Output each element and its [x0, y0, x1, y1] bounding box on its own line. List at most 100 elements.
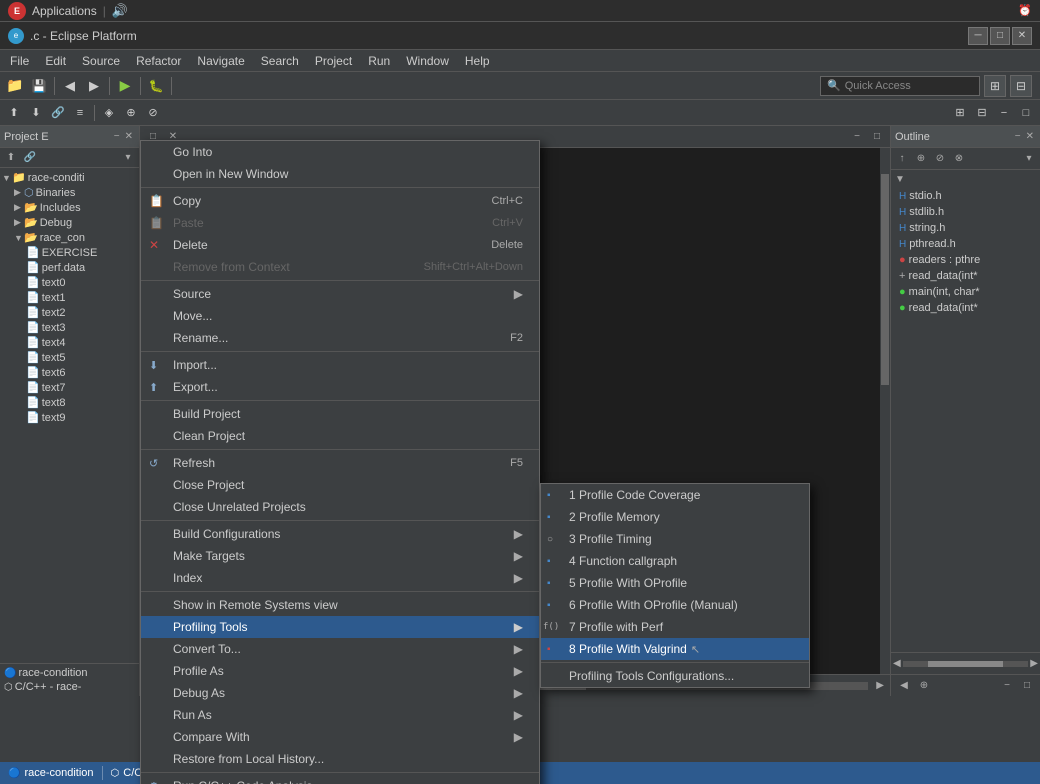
sub-item-valgrind[interactable]: ▪ 8 Profile With Valgrind ↖	[541, 638, 809, 660]
editor-pin[interactable]: −	[848, 128, 866, 146]
menu-source[interactable]: Source	[74, 52, 128, 70]
sub-item-profile-timing[interactable]: ○ 3 Profile Timing	[541, 528, 809, 550]
toolbar-btn-run[interactable]: ▶	[114, 75, 136, 97]
ctx-item-compare-with[interactable]: Compare With ▶	[141, 726, 539, 748]
toolbar2-right-btn2[interactable]: ⊟	[972, 103, 992, 123]
ctx-item-convert-to[interactable]: Convert To... ▶	[141, 638, 539, 660]
outline-item-pthread[interactable]: H pthread.h	[891, 236, 1040, 252]
toolbar2-btn7[interactable]: ⊘	[143, 103, 163, 123]
ctx-item-rename[interactable]: Rename... F2	[141, 327, 539, 349]
r-tool3[interactable]: −	[998, 677, 1016, 695]
toolbar2-right-btn4[interactable]: □	[1016, 103, 1036, 123]
tree-item-includes[interactable]: ▶ 📂 Includes	[0, 200, 139, 215]
sub-item-oprofile-manual[interactable]: ▪ 6 Profile With OProfile (Manual)	[541, 594, 809, 616]
tree-item-perfdata[interactable]: 📄 perf.data	[0, 260, 139, 275]
minimize-btn[interactable]: ─	[968, 27, 988, 45]
ctx-item-make-targets[interactable]: Make Targets ▶	[141, 545, 539, 567]
tree-item-text1[interactable]: 📄 text1	[0, 290, 139, 305]
toolbar2-btn6[interactable]: ⊕	[121, 103, 141, 123]
ctx-item-debug-as[interactable]: Debug As ▶	[141, 682, 539, 704]
toolbar2-right-btn3[interactable]: −	[994, 103, 1014, 123]
ctx-item-code-analysis[interactable]: ⚙ Run C/C++ Code Analysis	[141, 775, 539, 784]
outline-item-main[interactable]: ● main(int, char*	[891, 284, 1040, 300]
outline-close[interactable]: ✕	[1024, 130, 1036, 143]
toolbar-btn-new[interactable]: 📁	[4, 75, 26, 97]
ctx-item-export[interactable]: ⬆ Export...	[141, 376, 539, 398]
panel-close-icon[interactable]: ✕	[123, 130, 135, 143]
sub-item-config[interactable]: Profiling Tools Configurations...	[541, 665, 809, 687]
ctx-item-go-into[interactable]: Go Into	[141, 141, 539, 163]
panel-tool-menu[interactable]: ▾	[119, 149, 137, 167]
ctx-item-move[interactable]: Move...	[141, 305, 539, 327]
ctx-item-profile-as[interactable]: Profile As ▶	[141, 660, 539, 682]
toolbar-btn-back[interactable]: ◀	[59, 75, 81, 97]
toolbar2-btn2[interactable]: ⬇	[26, 103, 46, 123]
toolbar-btn-perspective[interactable]: ⊞	[984, 75, 1006, 97]
menu-file[interactable]: File	[2, 52, 37, 70]
toolbar-btn-save[interactable]: 💾	[28, 75, 50, 97]
outline-tool2[interactable]: ⊕	[912, 150, 930, 168]
editor-max[interactable]: □	[868, 128, 886, 146]
ctx-item-open-new-window[interactable]: Open in New Window	[141, 163, 539, 185]
tree-item-text2[interactable]: 📄 text2	[0, 305, 139, 320]
editor-bottom-right-btn[interactable]: ▶	[874, 678, 886, 693]
outline-item-stdlib[interactable]: H stdlib.h	[891, 204, 1040, 220]
toolbar-btn-persp2[interactable]: ⊟	[1010, 75, 1032, 97]
menu-help[interactable]: Help	[457, 52, 498, 70]
outline-scroll-right[interactable]: ▶	[1030, 658, 1038, 669]
maximize-btn[interactable]: □	[990, 27, 1010, 45]
tree-item-text9[interactable]: 📄 text9	[0, 410, 139, 425]
editor-scrollbar[interactable]	[880, 148, 890, 674]
tree-item-text3[interactable]: 📄 text3	[0, 320, 139, 335]
r-tool1[interactable]: ◀	[895, 677, 913, 695]
panel-collapse-icon[interactable]: −	[112, 130, 122, 143]
tree-item-text5[interactable]: 📄 text5	[0, 350, 139, 365]
toolbar-btn-debug[interactable]: 🐛	[145, 75, 167, 97]
tree-item-text8[interactable]: 📄 text8	[0, 395, 139, 410]
outline-collapse[interactable]: −	[1013, 130, 1023, 143]
menu-refactor[interactable]: Refactor	[128, 52, 189, 70]
menu-navigate[interactable]: Navigate	[189, 52, 252, 70]
outline-tool3[interactable]: ⊘	[931, 150, 949, 168]
menu-run[interactable]: Run	[360, 52, 398, 70]
tree-item-text4[interactable]: 📄 text4	[0, 335, 139, 350]
outline-tool4[interactable]: ⊗	[950, 150, 968, 168]
ctx-item-clean[interactable]: Clean Project	[141, 425, 539, 447]
outline-item-stdio[interactable]: H stdio.h	[891, 188, 1040, 204]
ctx-item-show-remote[interactable]: Show in Remote Systems view	[141, 594, 539, 616]
menu-window[interactable]: Window	[398, 52, 457, 70]
sub-item-profile-memory[interactable]: ▪ 2 Profile Memory	[541, 506, 809, 528]
sub-item-oprofile[interactable]: ▪ 5 Profile With OProfile	[541, 572, 809, 594]
close-btn[interactable]: ✕	[1012, 27, 1032, 45]
panel-tool-link[interactable]: 🔗	[21, 149, 39, 167]
toolbar2-right-btn1[interactable]: ⊞	[950, 103, 970, 123]
outline-menu[interactable]: ▾	[1020, 150, 1038, 168]
outline-item-string[interactable]: H string.h	[891, 220, 1040, 236]
outline-tool1[interactable]: ↑	[893, 150, 911, 168]
ctx-item-index[interactable]: Index ▶	[141, 567, 539, 589]
toolbar2-btn5[interactable]: ◈	[99, 103, 119, 123]
menu-project[interactable]: Project	[307, 52, 360, 70]
tree-item-text7[interactable]: 📄 text7	[0, 380, 139, 395]
toolbar-btn-fwd[interactable]: ▶	[83, 75, 105, 97]
tree-item-race-bottom[interactable]: 🔵 race-condition	[0, 666, 139, 680]
sub-item-callgraph[interactable]: ▪ 4 Function callgraph	[541, 550, 809, 572]
ctx-item-restore-local[interactable]: Restore from Local History...	[141, 748, 539, 770]
tree-item-exercise[interactable]: 📄 EXERCISE	[0, 245, 139, 260]
outline-expand[interactable]: ▼	[891, 170, 1040, 188]
tree-item-cpp-bottom[interactable]: ⬡ C/C++ - race-	[0, 680, 139, 694]
ctx-item-profiling-tools[interactable]: Profiling Tools ▶	[141, 616, 539, 638]
quick-access-box[interactable]: 🔍 Quick Access	[820, 76, 980, 96]
r-tool4[interactable]: □	[1018, 677, 1036, 695]
menu-edit[interactable]: Edit	[37, 52, 74, 70]
ctx-item-delete[interactable]: ✕ Delete Delete	[141, 234, 539, 256]
tree-item-race[interactable]: ▼ 📂 race_con	[0, 230, 139, 245]
ctx-item-close-project[interactable]: Close Project	[141, 474, 539, 496]
outline-item-readers[interactable]: ● readers : pthre	[891, 252, 1040, 268]
ctx-item-paste[interactable]: 📋 Paste Ctrl+V	[141, 212, 539, 234]
panel-tool-collapse[interactable]: ⬆	[2, 149, 20, 167]
ctx-item-build[interactable]: Build Project	[141, 403, 539, 425]
applications-menu[interactable]: Applications	[32, 4, 97, 18]
ctx-item-close-unrelated[interactable]: Close Unrelated Projects	[141, 496, 539, 518]
outline-scroll-left[interactable]: ◀	[893, 658, 901, 669]
